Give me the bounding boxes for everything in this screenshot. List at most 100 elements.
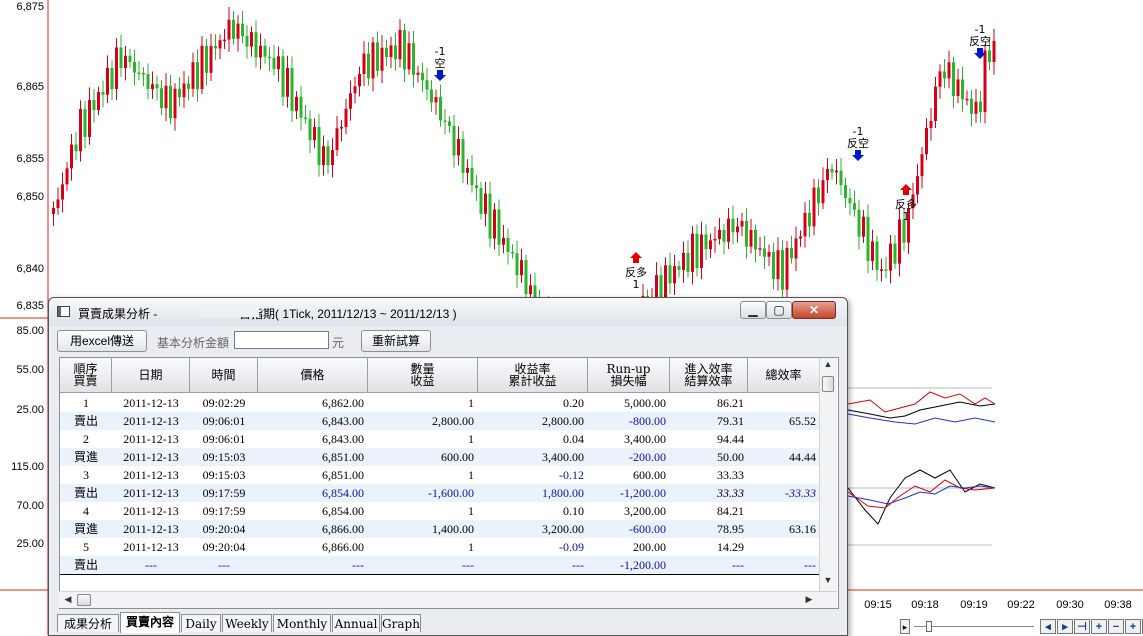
base-amount-input[interactable] <box>234 331 329 349</box>
candle-body <box>227 19 231 40</box>
candle-body <box>682 252 685 270</box>
table-cell: --- <box>804 558 816 572</box>
candle-body <box>772 251 775 280</box>
table-cell: 14.29 <box>717 540 744 554</box>
candle-body <box>866 216 870 261</box>
table-cell: 1,400.00 <box>432 522 474 536</box>
column-header[interactable]: 進入效率 結算效率 <box>670 358 748 393</box>
candle-body <box>133 62 136 73</box>
candle-body <box>929 120 933 128</box>
table-cell: -0.09 <box>559 540 584 554</box>
candle-body <box>313 126 316 141</box>
trade-signal-label: 反多 <box>625 265 647 279</box>
zoom-out-icon[interactable]: − <box>1108 619 1124 634</box>
trade-signal-label: 反空 <box>847 136 869 150</box>
candle-body <box>322 146 325 166</box>
candle-body <box>700 234 703 269</box>
column-header[interactable]: 收益率 累計收益 <box>478 358 588 393</box>
tab-4[interactable]: Weekly <box>222 614 272 632</box>
candle-body <box>731 218 735 233</box>
table-cell: 賣出 <box>73 558 98 572</box>
candle-body <box>803 212 807 237</box>
candle-body <box>448 121 451 126</box>
tab-5[interactable]: Monthly <box>273 614 331 632</box>
tab-1[interactable]: 成果分析 <box>57 614 119 632</box>
nav-pan-icon[interactable]: ⊣ <box>1074 619 1090 634</box>
candle-body <box>727 218 730 242</box>
trade-qty-label: 1 <box>903 210 910 223</box>
nav-slider-track[interactable] <box>914 626 1034 627</box>
vertical-scroll-thumb[interactable] <box>822 376 834 392</box>
candle-body <box>326 146 330 166</box>
column-header[interactable]: 數量 收益 <box>368 358 478 393</box>
candle-body <box>506 237 510 252</box>
tab-2[interactable]: 買賣內容 <box>120 612 180 633</box>
maximize-button[interactable]: ▢ <box>766 301 792 319</box>
candle-body <box>380 47 384 71</box>
candle-body <box>97 92 100 110</box>
candle-body <box>938 71 942 87</box>
nav-arrow-icon[interactable]: ▸ <box>900 619 910 634</box>
trade-qty-label: 1 <box>633 278 640 291</box>
minimize-button[interactable]: ▁ <box>740 301 766 319</box>
table-cell: 2011-12-13 <box>123 432 179 446</box>
candle-body <box>880 269 883 271</box>
candle-body <box>785 247 789 290</box>
y-tick-label: 55.00 <box>16 364 44 376</box>
candle-body <box>70 144 73 169</box>
x-tick-label: 09:15 <box>864 599 892 611</box>
candle-body <box>709 240 712 250</box>
table-cell <box>748 430 820 448</box>
zoom-in-icon[interactable]: + <box>1091 619 1107 634</box>
column-header[interactable]: 總效率 <box>748 358 820 393</box>
redacted-area <box>199 307 259 317</box>
column-header[interactable]: Run-up 損失幅 <box>588 358 670 393</box>
table-cell: 09:20:04 <box>202 540 246 554</box>
column-header[interactable]: 日期 <box>112 358 190 393</box>
recalculate-button[interactable]: 重新試算 <box>361 330 431 352</box>
nav-slider-thumb[interactable] <box>926 621 932 632</box>
candle-body <box>146 74 150 90</box>
column-header[interactable]: 時間 <box>190 358 258 393</box>
close-button[interactable]: ✕ <box>792 301 836 319</box>
candle-body <box>241 23 244 36</box>
trade-separator <box>60 574 820 575</box>
trades-table[interactable]: 順序 買賣 日期 時間 價格 數量 收益 收益率 累計收益 Run-up 損失幅 進入效率 結算效率 總效… <box>59 357 839 609</box>
scroll-left-icon[interactable]: ◀ <box>60 594 76 605</box>
table-cell: 5,000.00 <box>624 396 666 410</box>
table-cell: -1,200.00 <box>620 558 666 572</box>
export-excel-button[interactable]: 用excel傳送 <box>57 330 147 352</box>
candle-body <box>830 168 834 173</box>
tab-3[interactable]: Daily <box>181 614 221 632</box>
zoom-add-icon[interactable]: + <box>1125 619 1141 634</box>
scroll-right-icon[interactable]: ▶ <box>801 594 817 605</box>
candle-body <box>655 275 658 299</box>
indicator-line-black <box>847 469 996 525</box>
window-titlebar[interactable]: 買賣成果分析 - 台指期( 1Tick, 2011/12/13 ~ 2011/1… <box>49 298 847 326</box>
horizontal-scroll-thumb[interactable] <box>77 594 91 606</box>
table-cell: 6,843.00 <box>322 432 364 446</box>
table-cell: 5 <box>83 540 89 554</box>
candle-body <box>920 154 924 177</box>
candle-body <box>151 84 154 90</box>
table-cell: 09:17:59 <box>202 486 246 500</box>
trade-analysis-window[interactable]: 買賣成果分析 - 台指期( 1Tick, 2011/12/13 ~ 2011/1… <box>48 297 848 636</box>
table-cell: 09:06:01 <box>202 432 246 446</box>
table-cell: 6,843.00 <box>322 414 364 428</box>
scroll-up-icon[interactable]: ▲ <box>820 359 836 369</box>
column-header[interactable]: 價格 <box>258 358 368 393</box>
candle-body <box>259 45 262 58</box>
trade-signal-label: 反空 <box>969 34 991 48</box>
scroll-down-icon[interactable]: ▼ <box>820 575 836 585</box>
nav-next-icon[interactable]: ▸ <box>1057 619 1073 634</box>
table-cell: 94.44 <box>717 432 744 446</box>
tab-7[interactable]: Graph <box>381 614 421 632</box>
horizontal-scrollbar[interactable]: ◀ ▶ <box>59 591 837 608</box>
table-cell <box>748 394 820 412</box>
nav-first-icon[interactable]: ◂ <box>1040 619 1056 634</box>
vertical-scrollbar[interactable]: ▲ ▼ <box>819 358 837 606</box>
tab-6[interactable]: Annual <box>332 614 380 632</box>
column-header[interactable]: 順序 買賣 <box>60 358 112 393</box>
candle-body <box>749 229 753 247</box>
candle-body <box>65 168 69 185</box>
